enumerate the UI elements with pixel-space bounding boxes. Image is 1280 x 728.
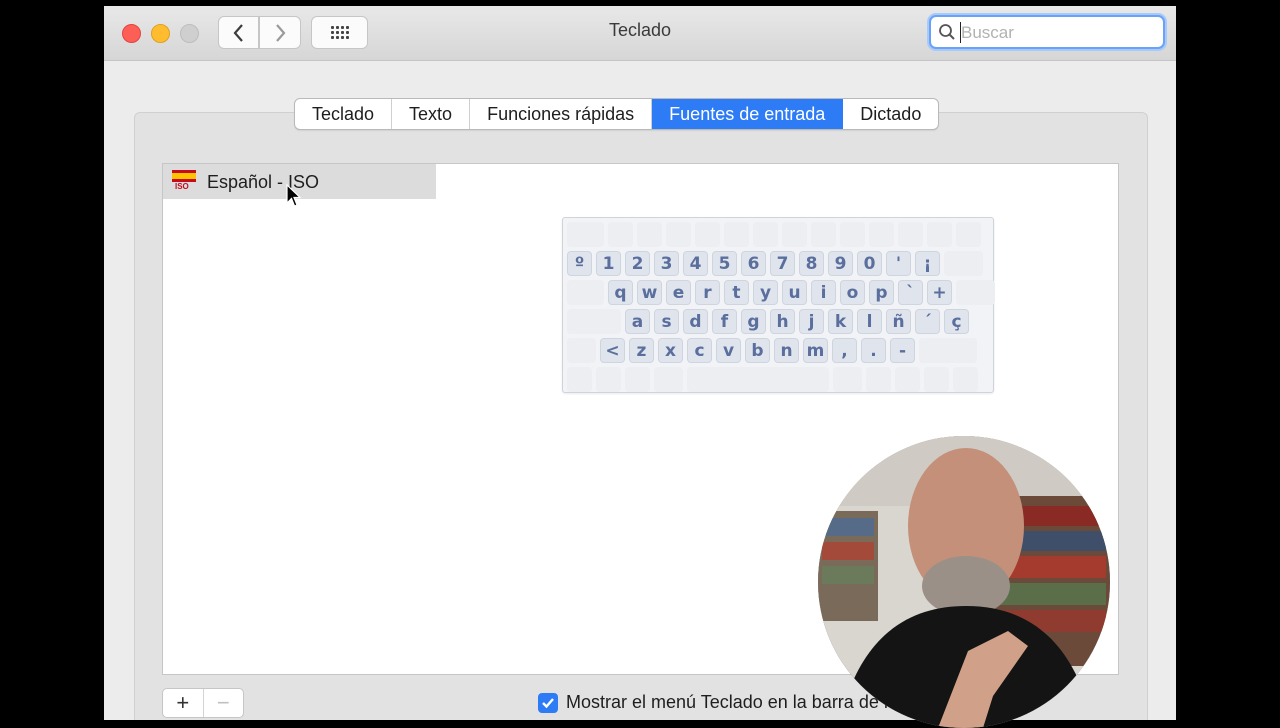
- keyboard-key: .: [861, 338, 886, 363]
- tab-texto[interactable]: Texto: [392, 99, 471, 129]
- keyboard-key: o: [840, 280, 865, 305]
- title-bar: Teclado Buscar: [104, 6, 1176, 61]
- keyboard-key: r: [695, 280, 720, 305]
- add-remove-control: + −: [162, 688, 244, 718]
- search-icon: [939, 24, 955, 40]
- keyboard-row-qwerty: q w e r t y u i o p ` +: [567, 280, 999, 305]
- keyboard-key: g: [741, 309, 766, 334]
- keyboard-key: -: [890, 338, 915, 363]
- keyboard-key: 7: [770, 251, 795, 276]
- tab-teclado[interactable]: Teclado: [295, 99, 393, 129]
- keyboard-key: ¡: [915, 251, 940, 276]
- keyboard-key: 4: [683, 251, 708, 276]
- keyboard-key: 8: [799, 251, 824, 276]
- keyboard-key: +: [927, 280, 952, 305]
- keyboard-key: e: [666, 280, 691, 305]
- input-source-label: Español - ISO: [207, 172, 320, 192]
- keyboard-row-numbers: º 1 2 3 4 5 6 7 8 9 0 ' ¡: [567, 251, 987, 276]
- keyboard-modifier-key: [919, 338, 977, 363]
- keyboard-modifier-key: [567, 338, 596, 363]
- keyboard-modifier-key: [567, 280, 604, 305]
- keyboard-key: <: [600, 338, 625, 363]
- keyboard-row-asdf: a s d f g h j k l ñ ´ ç: [567, 309, 973, 334]
- keyboard-key: º: [567, 251, 592, 276]
- flag-badge: ISO: [175, 182, 189, 191]
- keyboard-key: p: [869, 280, 894, 305]
- tab-bar: Teclado Texto Funciones rápidas Fuentes …: [294, 98, 940, 130]
- keyboard-key: 9: [828, 251, 853, 276]
- keyboard-key: m: [803, 338, 828, 363]
- keyboard-key: ,: [832, 338, 857, 363]
- keyboard-key: q: [608, 280, 633, 305]
- mouse-pointer-icon: [286, 184, 302, 207]
- keyboard-key: l: [857, 309, 882, 334]
- keyboard-key: d: [683, 309, 708, 334]
- keyboard-key: 1: [596, 251, 621, 276]
- keyboard-key: u: [782, 280, 807, 305]
- search-placeholder: Buscar: [961, 23, 1014, 42]
- keyboard-key: v: [716, 338, 741, 363]
- keyboard-key: 2: [625, 251, 650, 276]
- keyboard-row-zxcv: < z x c v b n m,. -: [567, 338, 981, 363]
- keyboard-modifier-key: [956, 280, 995, 305]
- keyboard-key: i: [811, 280, 836, 305]
- spain-flag-icon: ISO: [172, 170, 196, 194]
- keyboard-key: 3: [654, 251, 679, 276]
- keyboard-key: ç: [944, 309, 969, 334]
- keyboard-row-function: [567, 222, 985, 247]
- tab-funciones-rapidas[interactable]: Funciones rápidas: [470, 99, 653, 129]
- keyboard-key: 6: [741, 251, 766, 276]
- webcam-overlay: [818, 436, 1110, 728]
- show-menu-checkbox[interactable]: [538, 692, 558, 713]
- keyboard-key: 0: [857, 251, 882, 276]
- keyboard-key: `: [898, 280, 923, 305]
- keyboard-key: b: [745, 338, 770, 363]
- checkmark-icon: [542, 697, 554, 708]
- keyboard-key: t: [724, 280, 749, 305]
- add-source-button[interactable]: +: [163, 689, 203, 717]
- keyboard-modifier-key: [567, 309, 621, 334]
- tab-fuentes-de-entrada[interactable]: Fuentes de entrada: [652, 99, 844, 129]
- keyboard-row-space: [567, 367, 982, 392]
- keyboard-key: f: [712, 309, 737, 334]
- keyboard-key: ñ: [886, 309, 911, 334]
- keyboard-key: ´: [915, 309, 940, 334]
- keyboard-key: 5: [712, 251, 737, 276]
- search-field[interactable]: Buscar: [929, 15, 1165, 49]
- keyboard-key: k: [828, 309, 853, 334]
- keyboard-key: h: [770, 309, 795, 334]
- keyboard-key: w: [637, 280, 662, 305]
- keyboard-key: s: [654, 309, 679, 334]
- keyboard-key: z: [629, 338, 654, 363]
- presenter-video-image: [818, 436, 1110, 728]
- keyboard-key: c: [687, 338, 712, 363]
- keyboard-key: n: [774, 338, 799, 363]
- keyboard-key: ': [886, 251, 911, 276]
- remove-source-button[interactable]: −: [202, 689, 244, 717]
- keyboard-key: j: [799, 309, 824, 334]
- tab-dictado[interactable]: Dictado: [843, 99, 938, 129]
- keyboard-modifier-key: [944, 251, 983, 276]
- input-sources-list: ISO Español - ISO: [162, 163, 438, 675]
- keyboard-layout-preview: º 1 2 3 4 5 6 7 8 9 0 ' ¡ q w e r t y u i o p ` + a s d f g h j k l ñ ´ ç …: [562, 217, 995, 393]
- keyboard-key: y: [753, 280, 778, 305]
- text-caret: [960, 22, 961, 43]
- keyboard-key: a: [625, 309, 650, 334]
- keyboard-key: x: [658, 338, 683, 363]
